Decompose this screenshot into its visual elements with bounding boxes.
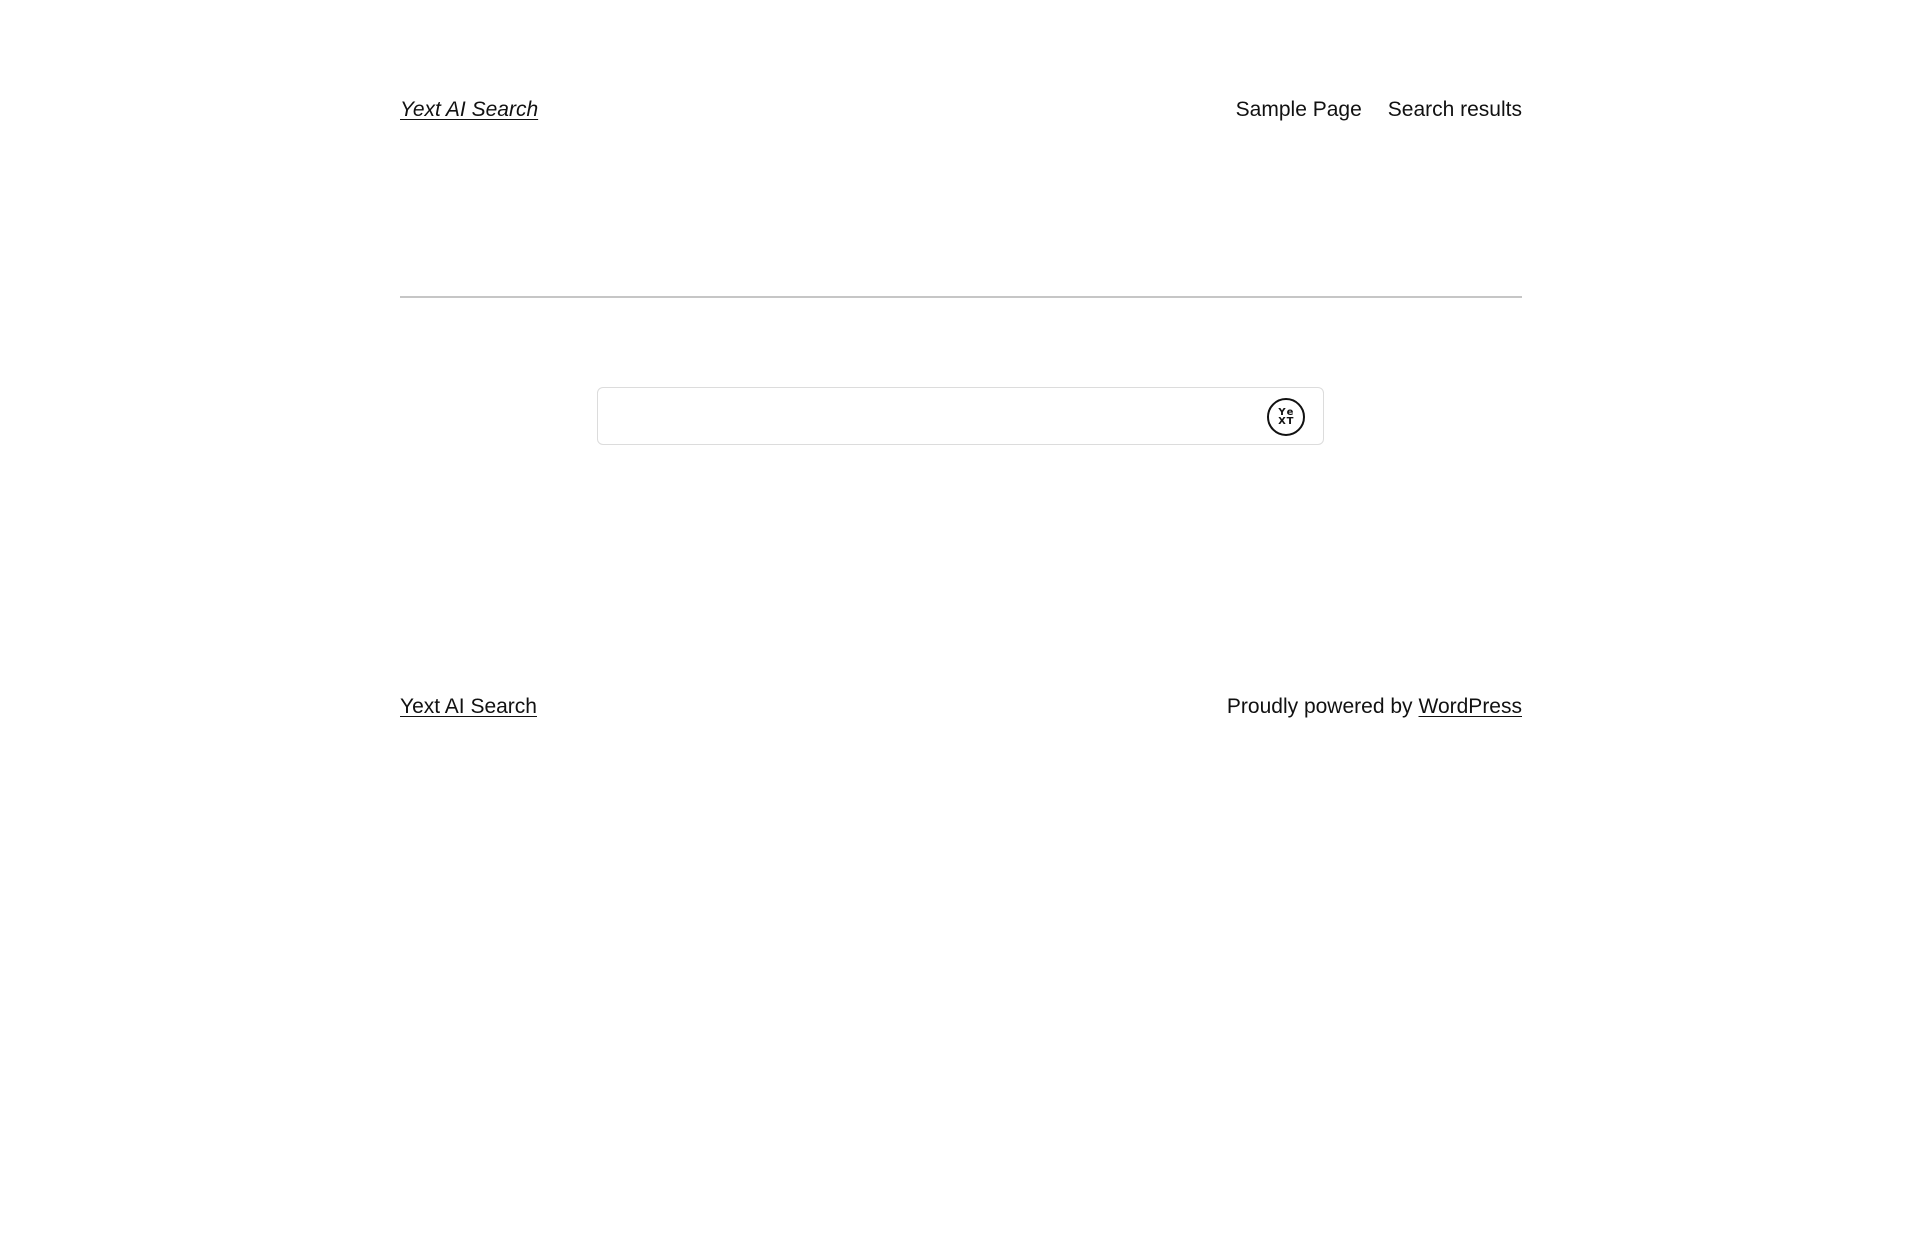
- nav-item-search-results[interactable]: Search results: [1388, 98, 1522, 122]
- yext-logo-letter: X: [1278, 416, 1286, 427]
- site-footer: Yext AI Search Proudly powered by WordPr…: [400, 692, 1522, 722]
- wordpress-link[interactable]: WordPress: [1419, 695, 1522, 719]
- primary-nav: Sample Page Search results: [1236, 98, 1522, 122]
- yext-search-button[interactable]: Y e X T: [1267, 398, 1305, 436]
- yext-logo-icon: Y e X T: [1278, 408, 1294, 427]
- footer-site-title-link[interactable]: Yext AI Search: [400, 695, 537, 719]
- search-bar: Y e X T: [597, 387, 1324, 446]
- powered-by-text: Proudly powered by: [1226, 695, 1413, 718]
- site-title-link[interactable]: Yext AI Search: [400, 98, 538, 122]
- powered-by: Proudly powered by WordPress: [1227, 695, 1522, 719]
- nav-item-sample-page[interactable]: Sample Page: [1236, 98, 1362, 122]
- yext-logo-letter: T: [1286, 416, 1294, 427]
- header-divider: [400, 296, 1522, 298]
- site-header: Yext AI Search Sample Page Search result…: [400, 95, 1522, 125]
- search-input[interactable]: [612, 388, 1256, 446]
